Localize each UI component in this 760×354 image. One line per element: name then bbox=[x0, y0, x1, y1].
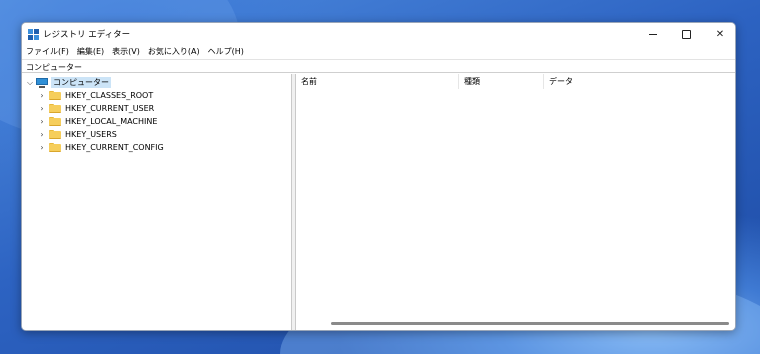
maximize-icon bbox=[681, 29, 691, 39]
column-header-data[interactable]: データ bbox=[543, 74, 735, 89]
key-tree-pane[interactable]: ⌵ コンピューター › HKEY_CLASSES_ROOT › HKEY_CUR… bbox=[22, 74, 292, 330]
menu-view[interactable]: 表示(V) bbox=[108, 45, 144, 59]
tree-item-label: HKEY_CURRENT_USER bbox=[65, 104, 155, 113]
folder-icon bbox=[49, 130, 61, 139]
chevron-right-icon[interactable]: › bbox=[37, 102, 47, 115]
minimize-icon bbox=[649, 33, 657, 35]
menu-bar: ファイル(F) 編集(E) 表示(V) お気に入り(A) ヘルプ(H) bbox=[22, 45, 735, 59]
tree-item-computer[interactable]: ⌵ コンピューター bbox=[25, 76, 111, 89]
column-header-type[interactable]: 種類 bbox=[458, 74, 543, 89]
computer-icon bbox=[36, 77, 48, 88]
horizontal-scrollbar[interactable] bbox=[331, 322, 729, 325]
chevron-right-icon[interactable]: › bbox=[37, 141, 47, 154]
chevron-right-icon[interactable]: › bbox=[37, 128, 47, 141]
folder-icon bbox=[49, 91, 61, 100]
tree-item-hkey-local-machine[interactable]: › HKEY_LOCAL_MACHINE bbox=[37, 115, 157, 128]
tree-item-label: HKEY_LOCAL_MACHINE bbox=[65, 117, 158, 126]
window-title: レジストリ エディター bbox=[43, 30, 131, 40]
menu-edit[interactable]: 編集(E) bbox=[73, 45, 108, 59]
tree-item-hkey-current-user[interactable]: › HKEY_CURRENT_USER bbox=[37, 102, 154, 115]
address-path[interactable]: コンピューター bbox=[26, 62, 82, 73]
menu-help[interactable]: ヘルプ(H) bbox=[204, 45, 248, 59]
close-icon: ✕ bbox=[715, 28, 725, 40]
tree-item-hkey-current-config[interactable]: › HKEY_CURRENT_CONFIG bbox=[37, 141, 164, 154]
close-button[interactable]: ✕ bbox=[703, 23, 735, 45]
tree-item-label: HKEY_USERS bbox=[65, 130, 117, 139]
tree-item-label: HKEY_CLASSES_ROOT bbox=[65, 91, 154, 100]
minimize-button[interactable] bbox=[636, 23, 670, 45]
value-list-pane[interactable]: 名前 種類 データ bbox=[296, 74, 735, 330]
column-header-name[interactable]: 名前 bbox=[296, 74, 458, 89]
maximize-button[interactable] bbox=[669, 23, 703, 45]
title-bar[interactable]: レジストリ エディター ✕ bbox=[22, 23, 735, 45]
chevron-right-icon[interactable]: › bbox=[37, 115, 47, 128]
chevron-right-icon[interactable]: › bbox=[37, 89, 47, 102]
menu-file[interactable]: ファイル(F) bbox=[22, 45, 73, 59]
tree-item-label: コンピューター bbox=[51, 77, 111, 88]
address-bar[interactable]: コンピューター bbox=[22, 59, 735, 73]
registry-editor-window: レジストリ エディター ✕ ファイル(F) 編集(E) 表示(V) お気に入り(… bbox=[21, 22, 736, 331]
folder-icon bbox=[49, 143, 61, 152]
chevron-down-icon[interactable]: ⌵ bbox=[25, 76, 35, 89]
folder-icon bbox=[49, 104, 61, 113]
folder-icon bbox=[49, 117, 61, 126]
regedit-app-icon bbox=[28, 29, 39, 40]
tree-item-hkey-users[interactable]: › HKEY_USERS bbox=[37, 128, 117, 141]
tree-item-label: HKEY_CURRENT_CONFIG bbox=[65, 143, 164, 152]
menu-favorites[interactable]: お気に入り(A) bbox=[144, 45, 204, 59]
tree-item-hkey-classes-root[interactable]: › HKEY_CLASSES_ROOT bbox=[37, 89, 153, 102]
